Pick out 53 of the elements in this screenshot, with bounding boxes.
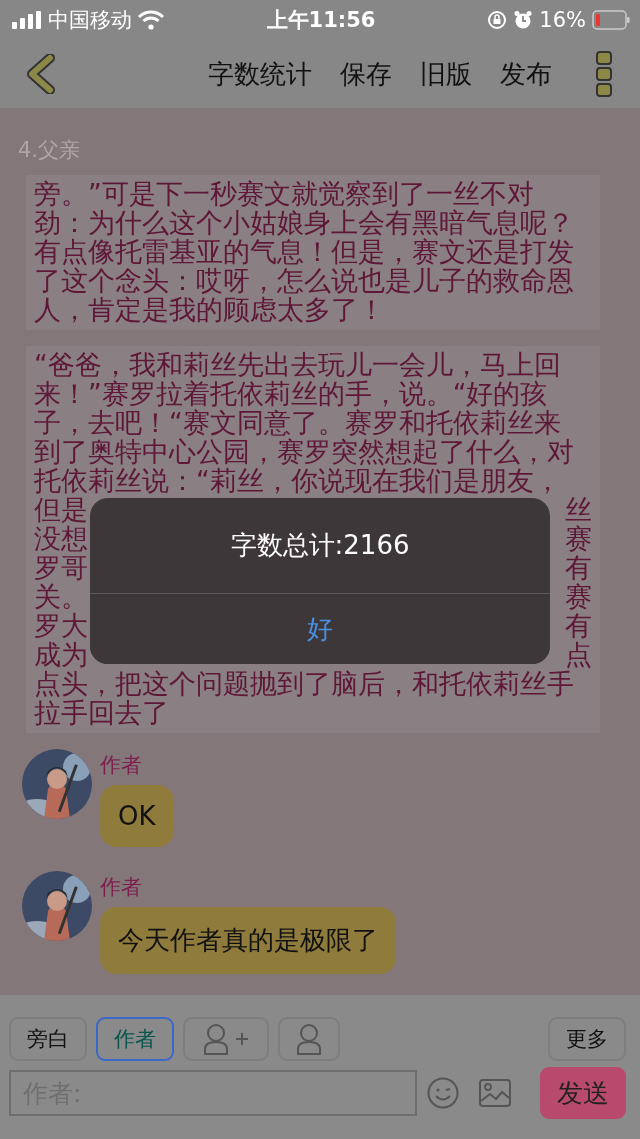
author-name: 作者 [100,874,143,901]
story-text: 丝 [565,495,592,524]
rotation-lock-icon [487,10,508,30]
menu-icon[interactable] [596,51,612,97]
message-bubble: OK [100,785,174,847]
alert-message: 字数总计:2166 [230,529,410,562]
story-text: “爸爸，我和莉丝先出去玩儿一会儿，马上回 [34,350,561,379]
story-text: 罗大 [34,611,88,640]
toolbar-button[interactable]: 发布 [500,56,552,92]
story-text: 了这个念头：哎呀，怎么说也是儿子的救命恩 [34,266,574,295]
emoji-icon[interactable] [427,1077,459,1109]
story-text: 有点像托雷基亚的气息！但是，赛文还是打发 [34,237,574,266]
story-text: 人，肯定是我的顾虑太多了！ [34,295,385,324]
carrier-name: 中国移动 [48,7,132,34]
story-text: 赛 [565,582,592,611]
story-text: 没想 [34,524,88,553]
battery-icon [592,10,630,30]
toolbar-button[interactable]: 字数统计 [208,56,312,92]
story-text: 来！”赛罗拉着托依莉丝的手，说。“好的孩 [34,379,548,408]
story-text: 到了奥特中心公园，赛罗突然想起了什么，对 [34,437,574,466]
story-text: 子，去吧！“赛文同意了。赛罗和托依莉丝来 [34,408,561,437]
story-text: 赛 [565,524,592,553]
story-text: 成为 [34,640,88,669]
story-text: 罗哥 [34,553,88,582]
signal-icon [12,11,42,29]
story-text: 点头，把这个问题抛到了脑后，和托依莉丝手 [34,669,574,698]
story-text: 有 [565,553,592,582]
image-icon[interactable] [479,1079,511,1107]
wifi-icon [138,10,164,30]
plus-icon [235,1032,249,1046]
story-text: 但是 [34,495,88,524]
send-button[interactable]: 发送 [540,1067,626,1119]
story-text: 旁。”可是下一秒赛文就觉察到了一丝不对 [34,179,534,208]
more-button[interactable]: 更多 [548,1017,626,1061]
story-text: 有 [565,611,592,640]
add-character-button[interactable] [183,1017,269,1061]
battery-percent: 16% [539,8,586,32]
story-text: 托依莉丝说：“莉丝，你说现在我们是朋友， [34,466,561,495]
back-icon[interactable] [24,54,56,94]
character-button[interactable] [278,1017,340,1061]
role-button[interactable]: 旁白 [9,1017,87,1061]
story-text: 关。 [34,582,88,611]
person-icon [296,1023,322,1055]
story-text: 点 [565,640,592,669]
clock-time: 上午11:56 [266,7,376,34]
author-name: 作者 [100,752,143,779]
person-icon [203,1023,229,1055]
story-text: 劲：为什么这个小姑娘身上会有黑暗气息呢？ [34,208,574,237]
story-text: 拉手回去了 [34,698,169,727]
toolbar-button[interactable]: 旧版 [420,56,472,92]
message-bubble: 今天作者真的是极限了 [100,907,396,974]
toolbar-button[interactable]: 保存 [340,56,392,92]
alarm-icon [513,10,534,30]
